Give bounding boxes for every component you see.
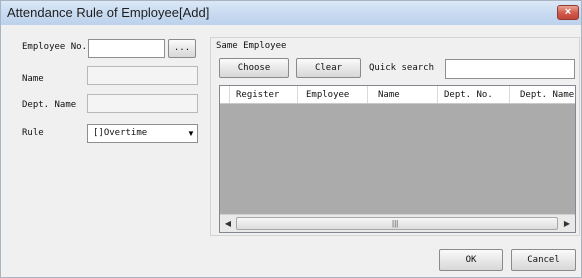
scroll-right-icon[interactable]: ▶ <box>560 215 574 232</box>
quick-search-input[interactable] <box>445 59 575 79</box>
employee-no-label: Employee No. <box>22 42 88 52</box>
triangle-down-icon: ▼ <box>187 129 195 138</box>
column-header[interactable]: Name <box>368 86 438 103</box>
name-field[interactable] <box>87 66 198 85</box>
cancel-button[interactable]: Cancel <box>511 249 576 271</box>
rule-label: Rule <box>22 128 44 138</box>
employee-no-field[interactable] <box>88 39 165 58</box>
grid-header: Register Employee Name Dept. No. Dept. N… <box>220 86 575 104</box>
window-title: Attendance Rule of Employee[Add] <box>7 5 210 20</box>
column-header[interactable]: Employee <box>298 86 368 103</box>
quick-search-label: Quick search <box>369 63 435 73</box>
horizontal-scrollbar[interactable]: ◀ ||| ▶ <box>220 214 575 232</box>
same-employee-label: Same Employee <box>216 41 287 51</box>
clear-button[interactable]: Clear <box>296 58 361 78</box>
dept-name-label: Dept. Name <box>22 100 77 110</box>
close-icon: × <box>564 6 572 18</box>
close-button[interactable]: × <box>557 5 579 20</box>
column-header[interactable]: Dept. No. <box>438 86 510 103</box>
scroll-left-icon[interactable]: ◀ <box>221 215 235 232</box>
dialog-window: Attendance Rule of Employee[Add] × Emplo… <box>0 0 582 278</box>
grip-icon: ||| <box>392 219 399 228</box>
employee-grid[interactable]: Register Employee Name Dept. No. Dept. N… <box>219 85 576 233</box>
ok-button[interactable]: OK <box>439 249 503 271</box>
rule-select[interactable]: []Overtime ▼ <box>87 124 198 143</box>
column-header[interactable]: Register <box>230 86 298 103</box>
browse-employee-button[interactable]: ... <box>168 39 196 58</box>
scroll-thumb[interactable]: ||| <box>236 217 558 230</box>
column-header[interactable]: Dept. Name <box>510 86 575 103</box>
name-label: Name <box>22 74 44 84</box>
title-bar[interactable]: Attendance Rule of Employee[Add] × <box>1 1 581 25</box>
rule-selected-value: []Overtime <box>93 128 148 138</box>
dept-name-field[interactable] <box>87 94 198 113</box>
row-selector-column <box>220 86 230 103</box>
choose-button[interactable]: Choose <box>219 58 289 78</box>
